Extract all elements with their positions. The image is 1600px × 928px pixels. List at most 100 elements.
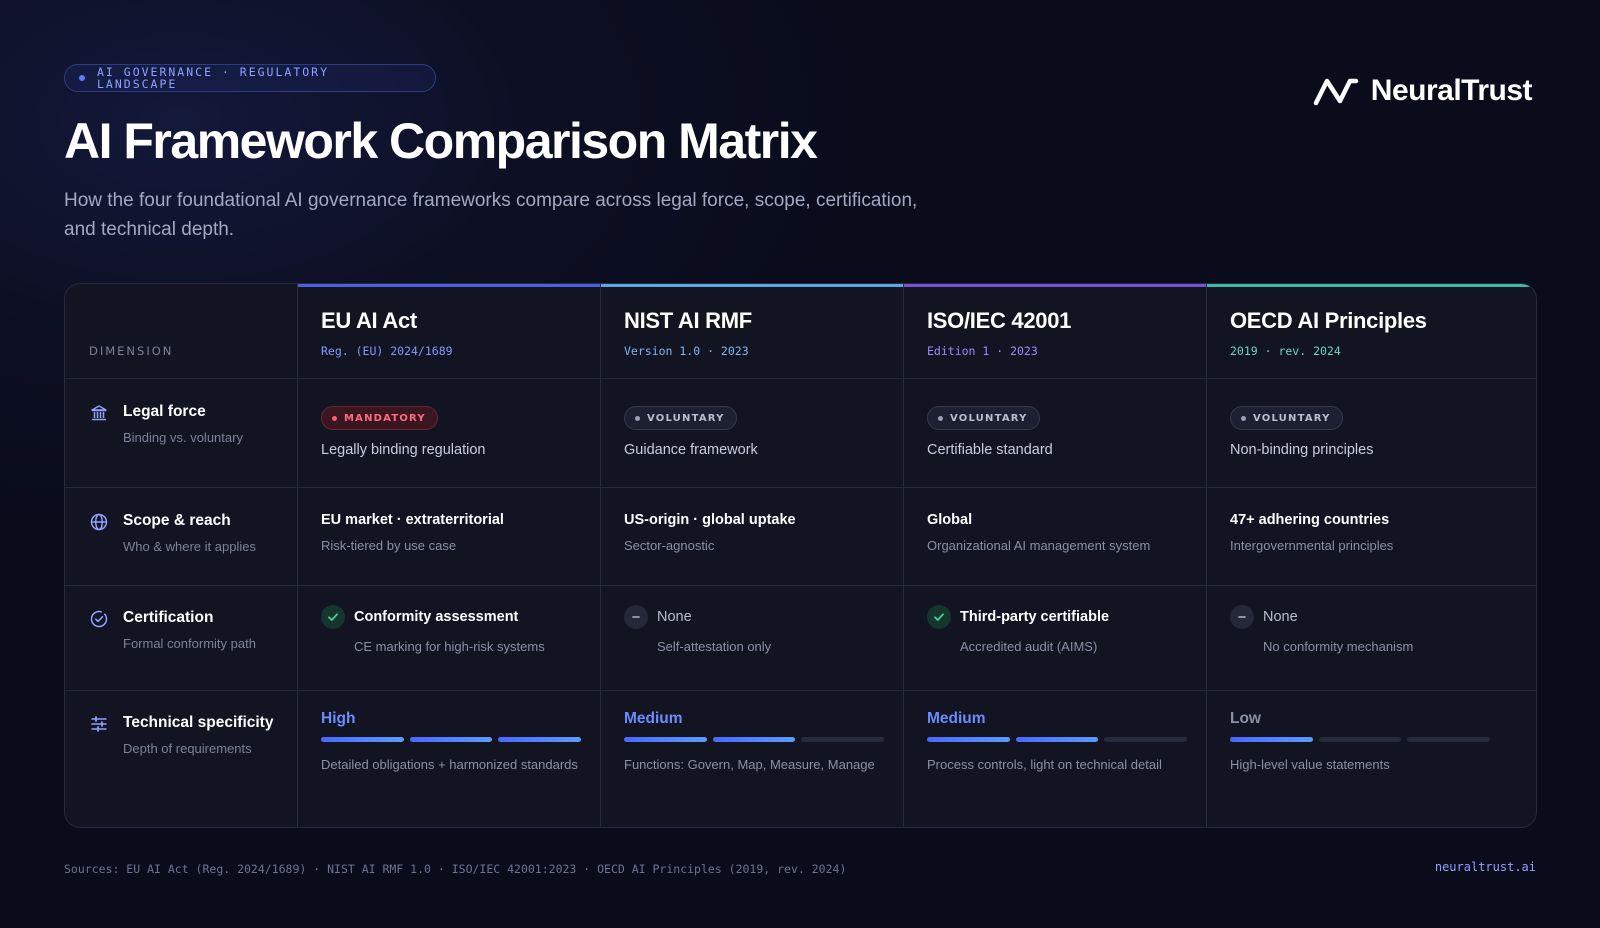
legal-cell-eu: MANDATORY Legally binding regulation	[321, 406, 485, 458]
cert-subtitle: CE marking for high-risk systems	[354, 639, 545, 654]
voluntary-badge: VOLUNTARY	[927, 406, 1040, 430]
meter-segment-filled	[712, 737, 796, 742]
scope-subtitle: Organizational AI management system	[927, 538, 1151, 553]
framework-meta: 2019 · rev. 2024	[1230, 344, 1341, 358]
accent-nist	[601, 284, 903, 287]
page-title: AI Framework Comparison Matrix	[64, 113, 818, 169]
framework-meta: Version 1.0 · 2023	[624, 344, 749, 358]
row-technical-specificity: Technical specificity Depth of requireme…	[89, 714, 273, 756]
scope-subtitle: Sector-agnostic	[624, 538, 715, 553]
specificity-desc: Process controls, light on technical det…	[927, 757, 1162, 772]
framework-name: NIST AI RMF	[624, 308, 752, 333]
cert-cell-nist: None Self-attestation only	[624, 605, 771, 654]
framework-header-oecd: OECD AI Principles 2019 · rev. 2024	[1230, 308, 1427, 358]
cert-cell-eu: Conformity assessment CE marking for hig…	[321, 605, 545, 654]
globe-icon	[90, 513, 108, 531]
specificity-level: Medium	[624, 710, 683, 727]
legal-desc: Certifiable standard	[927, 442, 1053, 458]
voluntary-badge: VOLUNTARY	[624, 406, 737, 430]
accent-oecd	[1207, 284, 1536, 287]
specificity-desc: Detailed obligations + harmonized standa…	[321, 757, 578, 772]
badge-label: MANDATORY	[344, 412, 426, 424]
cert-subtitle: Accredited audit (AIMS)	[960, 639, 1098, 654]
cert-subtitle: Self-attestation only	[657, 639, 772, 654]
mandatory-badge: MANDATORY	[321, 406, 438, 430]
badge-label: VOLUNTARY	[950, 412, 1028, 424]
framework-header-eu: EU AI Act Reg. (EU) 2024/1689	[321, 308, 453, 358]
cert-cell-oecd: None No conformity mechanism	[1230, 605, 1413, 654]
meter-segment-empty	[801, 737, 885, 742]
dimension-header: DIMENSION	[89, 344, 174, 358]
framework-name: EU AI Act	[321, 308, 417, 333]
legal-cell-oecd: VOLUNTARY Non-binding principles	[1230, 406, 1373, 458]
sliders-icon	[91, 716, 107, 732]
framework-header-nist: NIST AI RMF Version 1.0 · 2023	[624, 308, 752, 358]
accent-iso	[904, 284, 1206, 287]
row-title: Legal force	[123, 403, 206, 420]
category-label: AI GOVERNANCE · REGULATORY LANDSCAPE	[97, 65, 330, 91]
row-legal-force: Legal force Binding vs. voluntary	[89, 403, 243, 445]
check-icon	[927, 605, 951, 629]
row-subtitle: Formal conformity path	[123, 636, 256, 651]
framework-header-iso: ISO/IEC 42001 Edition 1 · 2023	[927, 308, 1071, 358]
framework-meta: Edition 1 · 2023	[927, 344, 1038, 358]
comparison-matrix: DIMENSION EU AI Act Reg. (EU) 2024/1689 …	[64, 283, 1537, 828]
row-title: Certification	[123, 609, 214, 626]
specificity-meter	[624, 737, 885, 742]
tech-cell-iso: Medium Process controls, light on techni…	[927, 710, 1188, 774]
meter-segment-filled	[321, 737, 404, 742]
row-title: Technical specificity	[123, 714, 274, 731]
page-subtitle: How the four foundational AI governance …	[64, 190, 918, 240]
neuraltrust-logo-icon	[1313, 78, 1359, 106]
legal-cell-iso: VOLUNTARY Certifiable standard	[927, 406, 1053, 458]
framework-name: ISO/IEC 42001	[927, 308, 1072, 333]
legal-desc: Guidance framework	[624, 442, 758, 458]
minus-icon	[624, 605, 648, 629]
legal-desc: Legally binding regulation	[321, 442, 486, 458]
scope-cell-nist: US-origin · global uptake Sector-agnosti…	[624, 512, 796, 553]
cert-title: None	[1263, 609, 1298, 625]
cert-title: Conformity assessment	[354, 609, 519, 625]
specificity-level: Medium	[927, 710, 986, 727]
scope-title: EU market · extraterritorial	[321, 512, 504, 528]
row-subtitle: Who & where it applies	[123, 539, 256, 554]
scope-subtitle: Risk-tiered by use case	[321, 538, 457, 553]
institution-icon	[91, 405, 107, 421]
website-link[interactable]: neuraltrust.ai	[1435, 860, 1536, 874]
scope-title: 47+ adhering countries	[1230, 512, 1390, 528]
meter-segment-filled	[1015, 737, 1099, 742]
meter-segment-filled	[624, 737, 707, 742]
cert-title: None	[657, 609, 692, 625]
scope-subtitle: Intergovernmental principles	[1230, 538, 1394, 553]
tech-cell-eu: High Detailed obligations + harmonized s…	[321, 710, 582, 774]
scope-title: Global	[927, 512, 973, 528]
meter-segment-filled	[409, 737, 493, 742]
row-certification: Certification Formal conformity path	[89, 609, 256, 651]
specificity-meter	[1230, 737, 1491, 742]
framework-meta: Reg. (EU) 2024/1689	[321, 344, 453, 358]
row-subtitle: Binding vs. voluntary	[123, 430, 243, 445]
category-dot	[79, 75, 85, 81]
badge-label: VOLUNTARY	[647, 412, 725, 424]
meter-segment-empty	[1318, 737, 1402, 742]
tech-cell-oecd: Low High-level value statements	[1230, 710, 1491, 774]
meter-segment-empty	[1407, 737, 1491, 742]
cert-title: Third-party certifiable	[960, 609, 1110, 625]
meter-segment-filled	[498, 737, 582, 742]
legal-cell-nist: VOLUNTARY Guidance framework	[624, 406, 758, 458]
row-title: Scope & reach	[123, 512, 231, 529]
scope-cell-eu: EU market · extraterritorial Risk-tiered…	[321, 512, 504, 553]
cert-subtitle: No conformity mechanism	[1263, 639, 1414, 654]
specificity-meter	[927, 737, 1188, 742]
category-pill: AI GOVERNANCE · REGULATORY LANDSCAPE	[64, 64, 436, 92]
specificity-desc: High-level value statements	[1230, 757, 1390, 772]
cert-cell-iso: Third-party certifiable Accredited audit…	[927, 605, 1109, 654]
badge-label: VOLUNTARY	[1253, 412, 1331, 424]
sources-footnote: Sources: EU AI Act (Reg. 2024/1689) · NI…	[64, 862, 847, 876]
specificity-meter	[321, 737, 582, 742]
framework-name: OECD AI Principles	[1230, 308, 1427, 333]
scope-cell-oecd: 47+ adhering countries Intergovernmental…	[1230, 512, 1393, 553]
check-icon	[321, 605, 345, 629]
meter-segment-filled	[1230, 737, 1313, 742]
voluntary-badge: VOLUNTARY	[1230, 406, 1343, 430]
